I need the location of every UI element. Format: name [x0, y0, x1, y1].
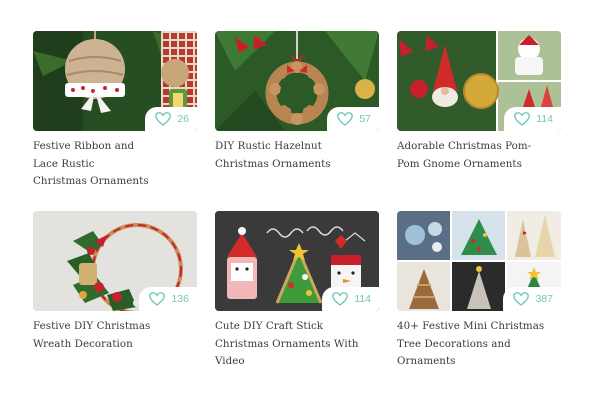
- card-thumbnail[interactable]: 387: [397, 211, 561, 311]
- article-card[interactable]: 114 Adorable Christmas Pom-Pom Gnome Orn…: [397, 31, 561, 173]
- heart-outline-icon: [155, 112, 172, 126]
- card-title[interactable]: Cute DIY Craft Stick Christmas Ornaments…: [215, 318, 367, 371]
- article-card-grid: 26 Festive Ribbon and Lace Rustic Christ…: [0, 0, 600, 400]
- heart-outline-icon: [337, 112, 354, 126]
- card-title[interactable]: Festive Ribbon and Lace Rustic Christmas…: [33, 138, 151, 191]
- like-count: 387: [535, 293, 553, 305]
- article-card[interactable]: 387 40+ Festive Mini Christmas Tree Deco…: [397, 211, 561, 371]
- card-thumbnail[interactable]: 26: [33, 31, 197, 131]
- heart-outline-icon: [149, 292, 166, 306]
- card-title[interactable]: DIY Rustic Hazelnut Christmas Ornaments: [215, 138, 337, 173]
- like-count: 114: [536, 113, 553, 125]
- card-thumbnail[interactable]: 114: [215, 211, 379, 311]
- like-count: 57: [359, 113, 371, 125]
- like-count: 114: [354, 293, 371, 305]
- card-thumbnail[interactable]: 114: [397, 31, 561, 131]
- heart-outline-icon: [513, 292, 530, 306]
- heart-outline-icon: [514, 112, 531, 126]
- like-badge[interactable]: 114: [504, 107, 561, 131]
- card-thumbnail[interactable]: 57: [215, 31, 379, 131]
- like-badge[interactable]: 114: [322, 287, 379, 311]
- card-title[interactable]: Festive DIY Christmas Wreath Decoration: [33, 318, 155, 353]
- like-badge[interactable]: 57: [327, 107, 379, 131]
- article-card[interactable]: 26 Festive Ribbon and Lace Rustic Christ…: [33, 31, 197, 191]
- article-card[interactable]: 114 Cute DIY Craft Stick Christmas Ornam…: [215, 211, 379, 371]
- card-title[interactable]: Adorable Christmas Pom-Pom Gnome Ornamen…: [397, 138, 547, 173]
- like-badge[interactable]: 26: [145, 107, 197, 131]
- card-thumbnail[interactable]: 136: [33, 211, 197, 311]
- card-title[interactable]: 40+ Festive Mini Christmas Tree Decorati…: [397, 318, 557, 371]
- like-count: 26: [177, 113, 189, 125]
- heart-outline-icon: [332, 292, 349, 306]
- article-card[interactable]: 57 DIY Rustic Hazelnut Christmas Ornamen…: [215, 31, 379, 173]
- like-badge[interactable]: 387: [503, 287, 561, 311]
- like-count: 136: [171, 293, 189, 305]
- article-card[interactable]: 136 Festive DIY Christmas Wreath Decorat…: [33, 211, 197, 353]
- like-badge[interactable]: 136: [139, 287, 197, 311]
